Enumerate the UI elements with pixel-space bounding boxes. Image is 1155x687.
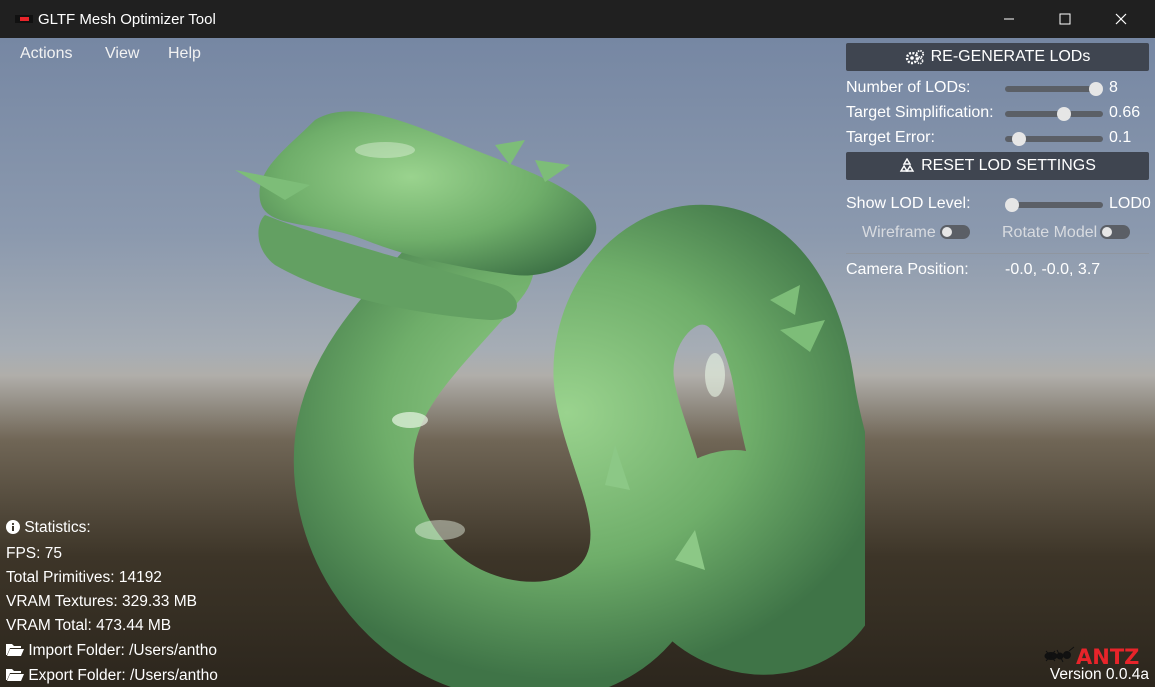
target-simplification-value: 0.66 — [1109, 104, 1141, 121]
wireframe-label: Wireframe — [862, 224, 936, 241]
folder-open-icon — [6, 669, 24, 681]
dragon-model[interactable] — [225, 90, 865, 687]
close-icon — [1115, 13, 1127, 25]
app-window: GLTF Mesh Optimizer Tool Actions View He… — [0, 0, 1155, 687]
antz-logo: ANTZ — [1044, 645, 1139, 667]
import-folder-text: Import Folder: /Users/antho — [28, 642, 217, 659]
export-folder-row[interactable]: Export Folder: /Users/antho — [6, 667, 218, 685]
show-lod-level-slider-knob[interactable] — [1004, 198, 1019, 212]
target-error-slider-knob[interactable] — [1011, 132, 1026, 146]
gears-icon — [905, 49, 924, 65]
total-primitives-readout: Total Primitives: 14192 — [6, 569, 162, 586]
regenerate-lods-button[interactable]: RE-GENERATE LODs — [846, 43, 1149, 71]
target-error-slider[interactable] — [1005, 132, 1103, 146]
title-bar: GLTF Mesh Optimizer Tool — [0, 0, 1155, 38]
target-simplification-slider-knob[interactable] — [1056, 107, 1071, 121]
window-title: GLTF Mesh Optimizer Tool — [38, 11, 216, 28]
menu-view[interactable]: View — [105, 45, 139, 63]
target-simplification-label: Target Simplification: — [846, 104, 994, 121]
statistics-header: Statistics: — [6, 519, 91, 537]
vram-total-readout: VRAM Total: 473.44 MB — [6, 617, 172, 634]
reset-lod-settings-label: RESET LOD SETTINGS — [921, 157, 1096, 174]
maximize-icon — [1059, 13, 1071, 25]
rotate-model-label: Rotate Model — [1002, 224, 1098, 241]
num-lods-label: Number of LODs: — [846, 79, 971, 96]
statistics-title: Statistics: — [24, 519, 91, 536]
version-label: Version 0.0.4a — [1049, 666, 1149, 683]
vram-textures-readout: VRAM Textures: 329.33 MB — [6, 593, 197, 610]
camera-position-label: Camera Position: — [846, 261, 969, 278]
rotate-model-toggle-knob — [1102, 227, 1112, 237]
info-icon — [6, 520, 20, 534]
antz-logo-text: ANTZ — [1076, 645, 1139, 667]
num-lods-value: 8 — [1109, 79, 1118, 96]
reset-lod-settings-button[interactable]: RESET LOD SETTINGS — [846, 152, 1149, 180]
menu-actions[interactable]: Actions — [20, 45, 72, 63]
app-logo-icon — [15, 15, 33, 23]
show-lod-level-value: LOD0 — [1109, 195, 1151, 212]
panel-divider — [846, 253, 1149, 254]
camera-position-value: -0.0, -0.0, 3.7 — [1005, 261, 1101, 278]
close-button[interactable] — [1093, 0, 1149, 38]
target-error-label: Target Error: — [846, 129, 935, 146]
recycle-icon — [899, 158, 915, 172]
rotate-model-toggle[interactable] — [1100, 225, 1130, 239]
minimize-button[interactable] — [981, 0, 1037, 38]
minimize-icon — [1004, 18, 1014, 20]
target-error-value: 0.1 — [1109, 129, 1132, 146]
fps-readout: FPS: 75 — [6, 545, 62, 562]
folder-open-icon — [6, 644, 24, 656]
ant-icon — [1044, 646, 1075, 663]
wireframe-toggle-knob — [942, 227, 952, 237]
wireframe-toggle[interactable] — [940, 225, 970, 239]
show-lod-level-slider[interactable] — [1004, 198, 1103, 212]
show-lod-level-label: Show LOD Level: — [846, 195, 971, 212]
menu-help[interactable]: Help — [168, 45, 201, 63]
target-simplification-slider[interactable] — [1005, 107, 1103, 121]
num-lods-slider[interactable] — [1005, 82, 1104, 96]
export-folder-text: Export Folder: /Users/antho — [28, 667, 218, 684]
maximize-button[interactable] — [1037, 0, 1093, 38]
import-folder-row[interactable]: Import Folder: /Users/antho — [6, 642, 217, 660]
regenerate-lods-label: RE-GENERATE LODs — [930, 48, 1091, 65]
